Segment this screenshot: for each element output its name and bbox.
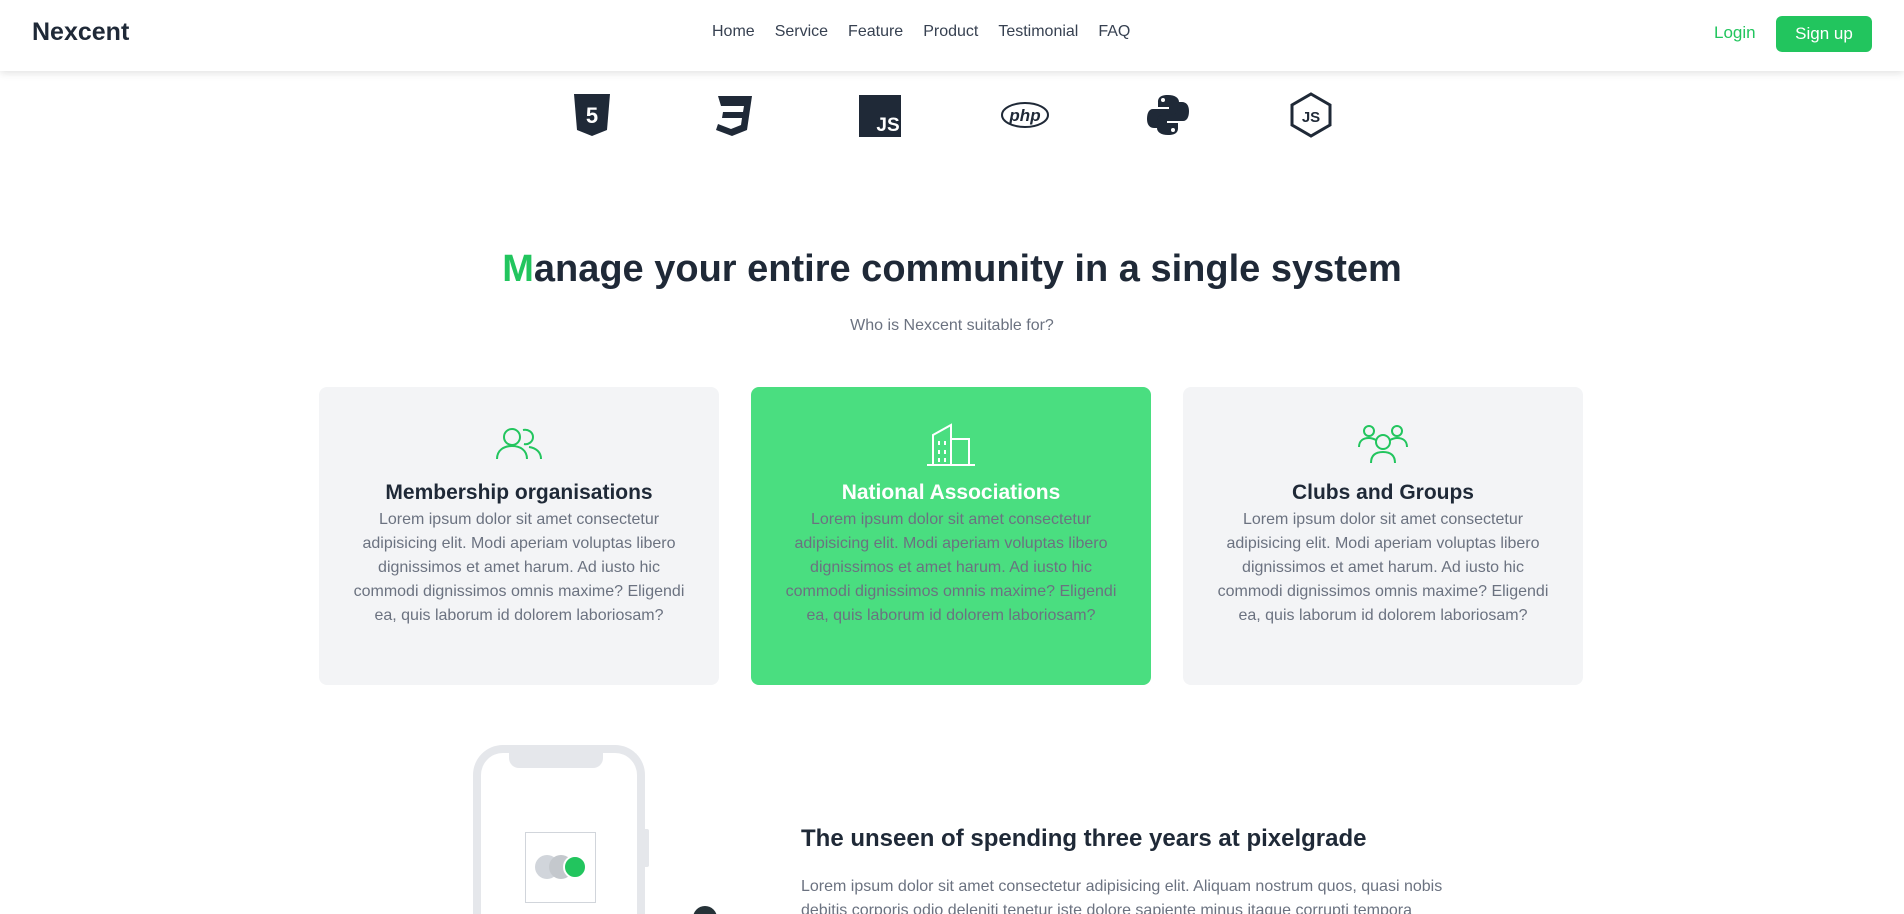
title-accent-letter: M	[502, 248, 534, 290]
tech-logos: 5 JS php JS	[0, 92, 1904, 142]
javascript-icon: JS	[859, 95, 901, 137]
community-title: Manage your entire community in a single…	[0, 248, 1904, 291]
feature-title: The unseen of spending three years at pi…	[801, 825, 1367, 852]
users-icon	[496, 428, 542, 460]
php-icon: php	[1001, 102, 1049, 128]
card-national-associations[interactable]: National Associations Lorem ipsum dolor …	[751, 387, 1151, 685]
javascript-glyph: JS	[876, 115, 899, 136]
card-title: Clubs and Groups	[1291, 481, 1474, 504]
brand-logo[interactable]: Nexcent	[32, 18, 129, 47]
html5-icon: 5	[574, 94, 610, 136]
css3-icon	[716, 96, 752, 136]
nav-product[interactable]: Product	[923, 23, 978, 41]
phone-side-button	[643, 829, 649, 867]
toggle-dot-active	[563, 855, 587, 879]
nav-service[interactable]: Service	[775, 23, 828, 41]
python-icon	[1147, 95, 1189, 135]
card-title: Membership organisations	[385, 481, 653, 504]
title-rest: anage your entire community in a single …	[533, 248, 1402, 290]
card-title: National Associations	[841, 481, 1061, 504]
card-membership[interactable]: Membership organisations Lorem ipsum dol…	[319, 387, 719, 685]
login-link[interactable]: Login	[1714, 23, 1756, 43]
nav-home[interactable]: Home	[712, 23, 755, 41]
illustration-figure	[693, 906, 717, 914]
feature-text: Lorem ipsum dolor sit amet consectetur a…	[801, 878, 1443, 914]
main-nav: Home Service Feature Product Testimonial…	[712, 23, 1130, 41]
card-text: Lorem ipsum dolor sit amet consectetur a…	[785, 511, 1117, 624]
html5-glyph: 5	[586, 103, 598, 128]
nodejs-icon: JS	[1290, 92, 1332, 138]
card-clubs-groups[interactable]: Clubs and Groups Lorem ipsum dolor sit a…	[1183, 387, 1583, 685]
nav-feature[interactable]: Feature	[848, 23, 903, 41]
signup-button[interactable]: Sign up	[1776, 16, 1872, 52]
php-glyph: php	[1008, 106, 1040, 125]
card-text: Lorem ipsum dolor sit amet consectetur a…	[353, 511, 685, 624]
building-icon	[927, 423, 975, 466]
phone-notch	[509, 753, 603, 768]
card-text: Lorem ipsum dolor sit amet consectetur a…	[1217, 511, 1549, 624]
group-icon	[1358, 425, 1408, 464]
nav-testimonial[interactable]: Testimonial	[998, 23, 1078, 41]
community-subtitle: Who is Nexcent suitable for?	[850, 317, 1054, 334]
site-header: Nexcent Home Service Feature Product Tes…	[0, 0, 1904, 71]
nav-faq[interactable]: FAQ	[1098, 23, 1130, 41]
nodejs-glyph: JS	[1302, 109, 1320, 126]
